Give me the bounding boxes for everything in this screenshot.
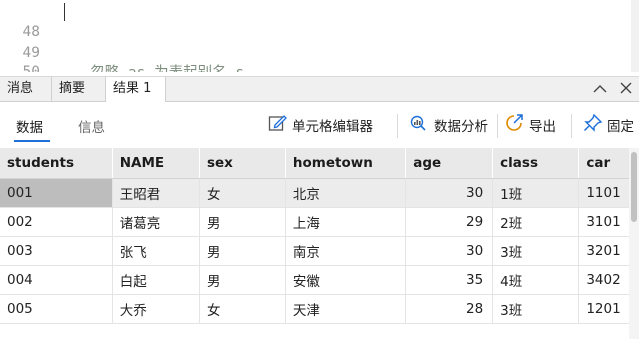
table-cell[interactable]: 3班 (492, 236, 580, 266)
code-line: 49 -- 忽略 as 为表起别名 s (0, 23, 639, 72)
editor-scrollbar[interactable] (631, 0, 639, 72)
data-analysis-button[interactable]: 数据分析 (408, 115, 488, 135)
result-toolbar: 数据 信息 单元格编辑器 数据分析 导出 固定 (0, 102, 639, 148)
toolbar-divider (497, 114, 498, 138)
table-cell[interactable]: 男 (199, 236, 286, 266)
table-cell[interactable]: 大乔 (112, 294, 200, 324)
table-cell[interactable]: 张飞 (112, 236, 200, 266)
result-grid[interactable]: students NAME sex hometown age class car… (0, 148, 639, 339)
export-label: 导出 (529, 119, 556, 135)
subtab-data[interactable]: 数据 (16, 116, 43, 136)
column-header-age[interactable]: age (405, 148, 494, 179)
table-header-row: students NAME sex hometown age class car (0, 148, 639, 179)
table-row[interactable]: 001 王昭君 女 北京 30 1班 1101 (0, 178, 639, 208)
column-header-hometown[interactable]: hometown (285, 148, 407, 179)
table-cell[interactable]: 男 (199, 265, 286, 295)
pin-button[interactable]: 固定 (583, 113, 634, 136)
code-line: 50 select * from students as s; (0, 42, 639, 72)
table-cell[interactable]: 北京 (285, 178, 407, 208)
grid-scroll-thumb[interactable] (631, 152, 637, 222)
table-cell[interactable]: 诸葛亮 (112, 207, 200, 237)
table-cell[interactable]: 南京 (285, 236, 407, 266)
code-line: 51 (0, 63, 639, 72)
table-cell[interactable]: 002 (0, 207, 113, 237)
toolbar-divider (397, 114, 398, 138)
table-cell[interactable]: 2班 (492, 207, 580, 237)
column-header-sex[interactable]: sex (199, 148, 286, 179)
close-panel-button[interactable] (616, 77, 636, 101)
toolbar-divider (571, 114, 572, 138)
table-cell[interactable]: 王昭君 (112, 178, 200, 208)
collapse-panel-button[interactable] (590, 77, 610, 101)
code-line: 48 (0, 2, 639, 40)
table-cell[interactable]: 白起 (112, 265, 200, 295)
table-cell[interactable]: 男 (199, 207, 286, 237)
tab-result-1[interactable]: 结果 1 (106, 77, 166, 103)
table-cell[interactable]: 4班 (492, 265, 580, 295)
tab-summary[interactable]: 摘要 (52, 77, 106, 102)
result-table: students NAME sex hometown age class car… (0, 148, 639, 324)
table-row[interactable]: 003 张飞 男 南京 30 3班 3201 (0, 236, 639, 266)
cell-editor-button[interactable]: 单元格编辑器 (268, 115, 373, 135)
result-panel-tabs: 消息 摘要 结果 1 (0, 76, 639, 103)
table-cell[interactable]: 天津 (285, 294, 407, 324)
table-cell[interactable]: 28 (405, 294, 494, 324)
table-cell[interactable]: 35 (405, 265, 494, 295)
table-cell[interactable]: 上海 (285, 207, 407, 237)
table-cell[interactable]: 安徽 (285, 265, 407, 295)
sql-editor[interactable]: 48 49 -- 忽略 as 为表起别名 s 50 select * from … (0, 0, 639, 72)
table-cell[interactable]: 1班 (492, 178, 580, 208)
subtab-info[interactable]: 信息 (78, 116, 105, 136)
column-header-name[interactable]: NAME (112, 148, 200, 179)
export-button[interactable]: 导出 (505, 114, 556, 136)
table-row[interactable]: 004 白起 男 安徽 35 4班 3402 (0, 265, 639, 295)
table-row[interactable]: 002 诸葛亮 男 上海 29 2班 3101 (0, 207, 639, 237)
cell-editor-label: 单元格编辑器 (292, 119, 373, 135)
active-subtab-indicator (14, 140, 50, 142)
edit-icon (268, 114, 292, 136)
table-cell[interactable]: 29 (405, 207, 494, 237)
export-icon (505, 114, 529, 136)
table-cell[interactable]: 005 (0, 294, 113, 324)
data-analysis-label: 数据分析 (434, 119, 488, 135)
chevron-up-icon (593, 79, 607, 98)
table-cell[interactable]: 3班 (492, 294, 580, 324)
table-cell[interactable]: 003 (0, 236, 113, 266)
pin-label: 固定 (607, 119, 634, 135)
table-cell[interactable]: 30 (405, 236, 494, 266)
column-header-class[interactable]: class (492, 148, 580, 179)
text-cursor (64, 3, 65, 21)
tab-messages[interactable]: 消息 (0, 77, 52, 102)
table-cell[interactable]: 001 (0, 178, 113, 208)
table-cell[interactable]: 女 (199, 178, 286, 208)
table-row[interactable]: 005 大乔 女 天津 28 3班 1201 (0, 294, 639, 324)
analysis-icon (408, 114, 434, 136)
column-header-students[interactable]: students (0, 148, 113, 179)
pin-icon (583, 113, 607, 136)
table-cell[interactable]: 30 (405, 178, 494, 208)
close-icon (620, 79, 632, 98)
table-cell[interactable]: 004 (0, 265, 113, 295)
table-cell[interactable]: 女 (199, 294, 286, 324)
